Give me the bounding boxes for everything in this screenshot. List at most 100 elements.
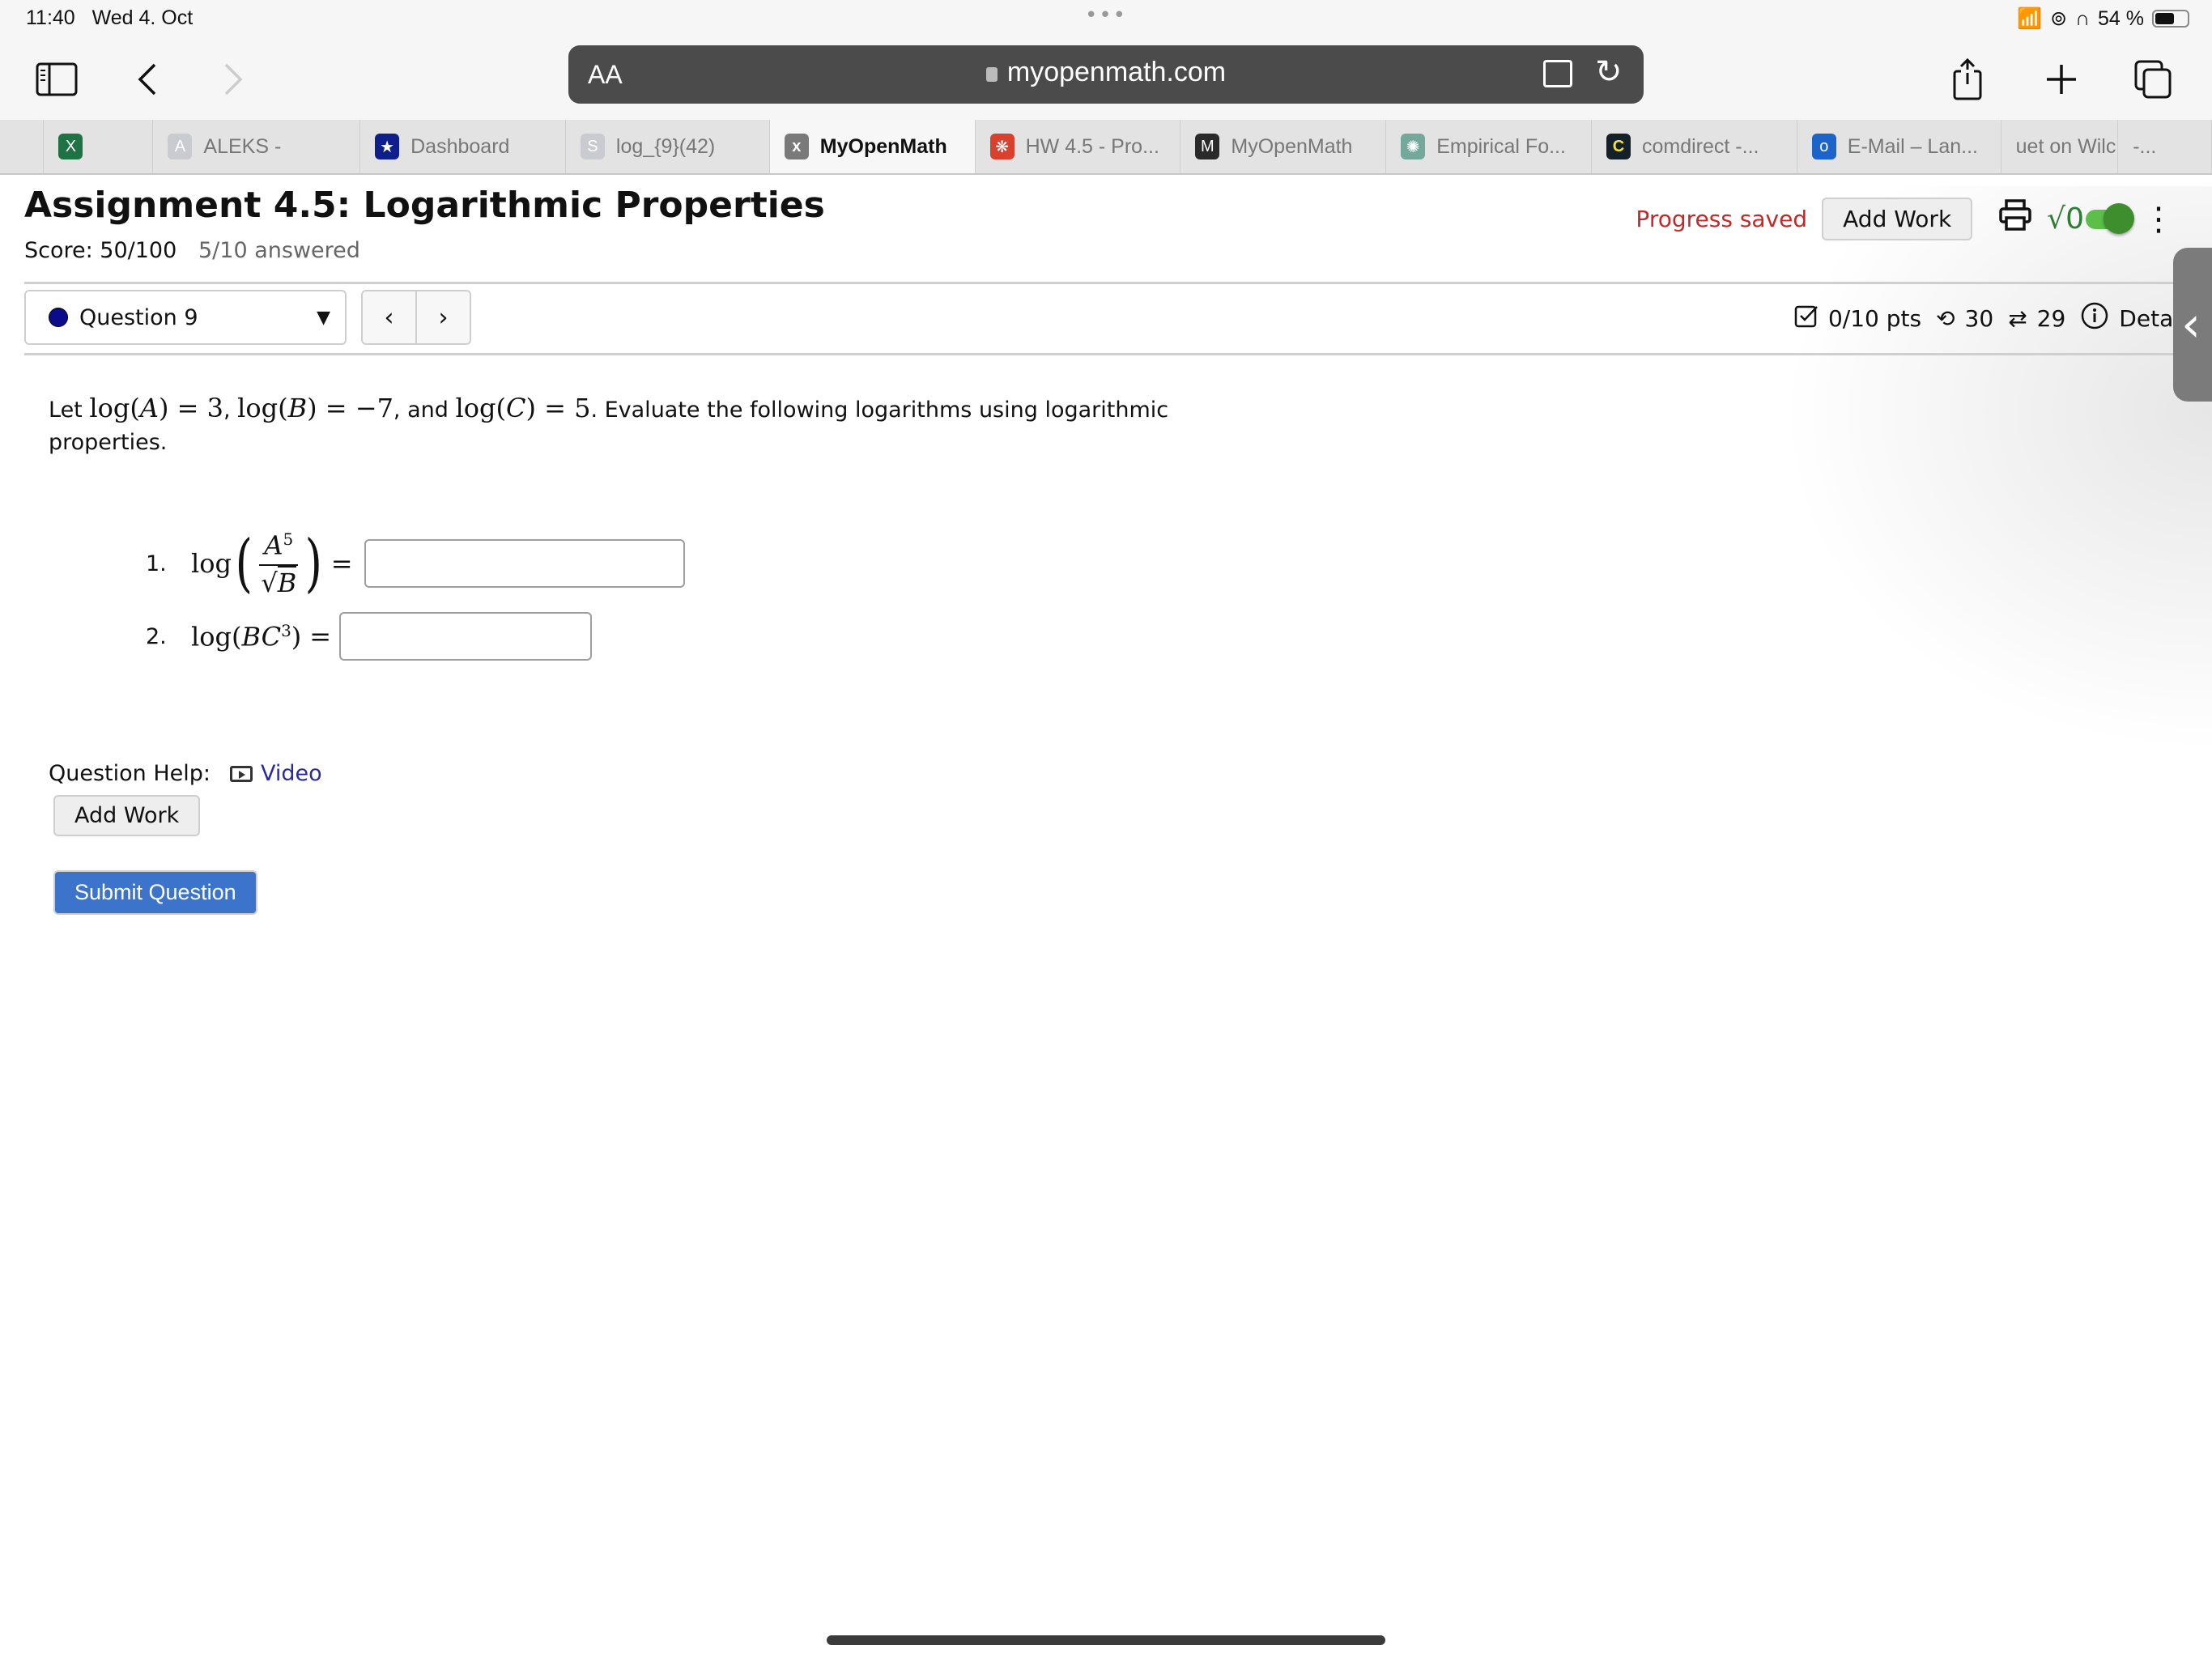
chevron-left-icon: ‹	[2181, 296, 2201, 353]
score-text: Score: 50/100	[24, 238, 177, 263]
reload-icon[interactable]: ↻	[1595, 53, 1623, 91]
given-log-a: log(A) = 3	[89, 393, 223, 423]
fraction: A5 √B	[259, 529, 299, 598]
side-panel-handle[interactable]: ‹	[2173, 248, 2212, 402]
address-bar[interactable]: AA myopenmath.com ↻	[568, 45, 1644, 104]
math-entry-toggle[interactable]: √0	[2047, 202, 2134, 236]
tab-8[interactable]: Ccomdirect -...	[1592, 120, 1797, 173]
tab-2[interactable]: ★ Dashboard	[360, 120, 566, 173]
add-work-header-button[interactable]: Add Work	[1822, 198, 1973, 240]
tab-label: Empirical Fo...	[1436, 134, 1566, 158]
tab-7[interactable]: ✺ Empirical Fo...	[1386, 120, 1592, 173]
tab-label: log_{9}(42)	[615, 134, 716, 158]
forward-icon[interactable]	[209, 55, 257, 104]
multitasking-dots-icon[interactable]: •••	[1085, 3, 1127, 28]
regen-count: 29	[2036, 305, 2066, 332]
submit-question-button[interactable]: Submit Question	[53, 870, 257, 915]
tabs-overview-icon[interactable]	[2129, 55, 2178, 104]
browser-toolbar: AA myopenmath.com ↻	[0, 37, 2212, 120]
tab-label: comdirect -...	[1641, 134, 1759, 158]
tab-0[interactable]: X	[44, 120, 154, 173]
answer-input-1[interactable]	[364, 539, 685, 589]
retry-icon: ⟲	[1936, 305, 1955, 332]
tab-label: ALEKS -	[203, 134, 282, 158]
page-title: Assignment 4.5: Logarithmic Properties	[24, 185, 825, 226]
tab-spacer	[0, 120, 45, 173]
tab-label: uet on Wilc...	[2015, 134, 2118, 158]
regenerate-icon: ⇄	[2008, 305, 2027, 332]
extension-icon[interactable]	[1543, 60, 1572, 87]
question-help: Question Help: Video	[49, 761, 322, 786]
question-nav: ‹ ›	[361, 290, 471, 345]
headphones-icon: ∩	[2075, 6, 2091, 30]
answer-input-2[interactable]	[339, 612, 593, 661]
tab-favicon-icon: x	[784, 134, 809, 159]
tab-label: -...	[2133, 134, 2157, 158]
tab-label: MyOpenMath	[819, 134, 947, 158]
answered-count: 5/10 answered	[198, 238, 360, 263]
divider	[24, 282, 2194, 284]
battery-percent: 54 %	[2098, 6, 2144, 30]
given-log-b: log(B) = −7	[237, 393, 393, 423]
tab-favicon-icon: ✺	[1401, 134, 1426, 159]
tab-label: E-Mail – Lan...	[1847, 134, 1978, 158]
add-work-button[interactable]: Add Work	[53, 795, 201, 836]
toggle-switch[interactable]	[2086, 202, 2134, 234]
header-actions: Progress saved Add Work √0 ⋮	[1636, 198, 2175, 240]
previous-question-button[interactable]: ‹	[363, 291, 417, 343]
checkbox-icon	[1794, 304, 1819, 334]
tab-3[interactable]: Slog_{9}(42)	[566, 120, 770, 173]
tab-label: HW 4.5 - Pro...	[1025, 134, 1159, 158]
orientation-lock-icon: ⊚	[2050, 7, 2068, 30]
progress-saved-status: Progress saved	[1636, 206, 1808, 232]
question-help-label: Question Help:	[49, 761, 211, 786]
question-text: Let log(A) = 3, log(B) = −7, and log(C) …	[49, 393, 1169, 455]
tab-label: MyOpenMath	[1231, 134, 1353, 158]
points-text: 0/10 pts	[1827, 305, 1922, 332]
question-meta: 0/10 pts ⟲ 30 ⇄ 29 Detai	[1794, 301, 2180, 336]
question-selector-label: Question 9	[79, 304, 198, 330]
retries-count: 30	[1964, 305, 1994, 332]
home-indicator[interactable]	[827, 1635, 1385, 1645]
status-time: 11:40 Wed 4. Oct	[26, 6, 194, 29]
tab-label: Dashboard	[410, 134, 510, 158]
status-bar: 11:40 Wed 4. Oct ••• 📶 ⊚ ∩ 54 %	[0, 0, 2212, 37]
tab-11[interactable]: -...	[2118, 120, 2212, 173]
tab-favicon-icon: S	[580, 134, 605, 159]
back-icon[interactable]	[123, 55, 172, 104]
given-log-c: log(C) = 5	[455, 393, 591, 423]
divider	[24, 353, 2194, 355]
print-icon[interactable]	[1987, 198, 2032, 240]
tab-9[interactable]: o E-Mail – Lan...	[1797, 120, 2001, 173]
tab-favicon-icon: M	[1195, 134, 1220, 159]
wifi-icon: 📶	[2016, 6, 2043, 30]
tab-5[interactable]: ❋ HW 4.5 - Pro...	[976, 120, 1181, 173]
video-icon	[230, 765, 253, 782]
video-link[interactable]: Video	[230, 761, 322, 786]
sidebar-icon[interactable]	[32, 55, 81, 104]
question-status-dot-icon	[49, 308, 68, 327]
lock-icon	[985, 67, 998, 82]
url-text[interactable]: myopenmath.com	[568, 57, 1644, 88]
more-options-icon[interactable]: ⋮	[2142, 203, 2175, 236]
tab-favicon-icon: C	[1606, 134, 1631, 159]
sqrt-icon: √0	[2047, 202, 2084, 236]
background-shade	[1781, 186, 2212, 753]
question-item-1: 1. log ( A5 √B ) =	[146, 529, 685, 598]
tab-4[interactable]: x MyOpenMath	[769, 120, 976, 173]
details-link[interactable]: Detai	[2119, 305, 2180, 332]
tab-6[interactable]: M MyOpenMath	[1180, 120, 1387, 173]
question-selector[interactable]: Question 9 ▼	[24, 290, 347, 345]
tab-bar: X A ALEKS - ★ Dashboard Slog_{9}(42) x MyOpenMa…	[0, 120, 2212, 175]
tab-1[interactable]: A ALEKS -	[153, 120, 361, 173]
chevron-down-icon: ▼	[317, 308, 330, 328]
next-question-button[interactable]: ›	[417, 291, 470, 343]
tab-favicon-icon: ★	[375, 134, 400, 159]
status-icons: 📶 ⊚ ∩ 54 %	[2017, 6, 2189, 31]
tab-favicon-icon: X	[58, 134, 83, 159]
question-item-2: 2. log(BC3) =	[146, 612, 593, 661]
info-icon[interactable]	[2080, 301, 2109, 336]
tab-10[interactable]: uet on Wilc...	[2001, 120, 2119, 173]
share-icon[interactable]	[1943, 55, 1992, 104]
new-tab-icon[interactable]	[2037, 55, 2086, 104]
